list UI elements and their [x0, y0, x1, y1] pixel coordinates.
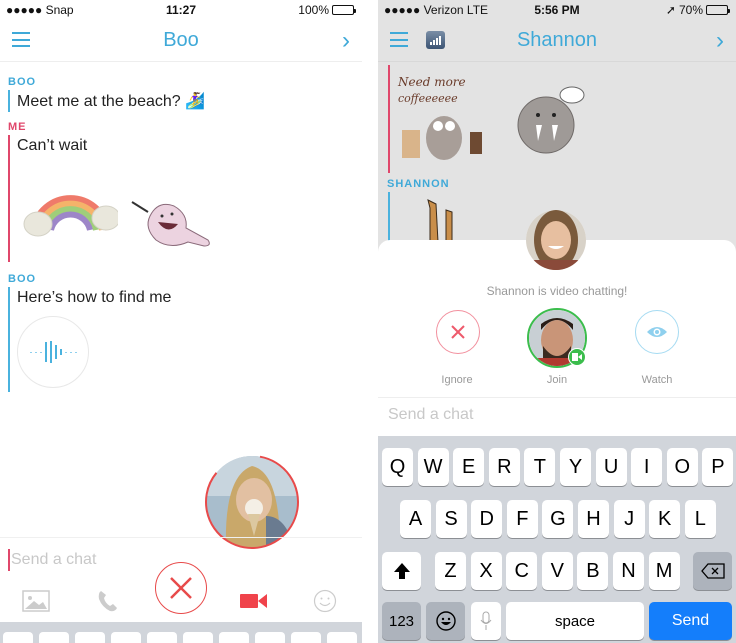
battery-icon	[706, 5, 730, 15]
shift-icon	[393, 563, 410, 579]
dictation-key[interactable]	[471, 602, 501, 640]
message-text: Can’t wait	[17, 137, 88, 154]
video-icon[interactable]	[240, 592, 268, 610]
end-call-icon	[170, 577, 192, 599]
sender-label: ME	[8, 121, 27, 133]
close-icon	[451, 325, 465, 339]
left-screen: ●●●●● Snap 11:27 100% Boo › BOO Meet me …	[0, 0, 362, 643]
message-text: Meet me at the beach? 🏄‍♀️	[17, 93, 206, 110]
chat-header: Boo ›	[0, 20, 362, 62]
key-i[interactable]: I	[631, 448, 663, 486]
message-bar	[8, 90, 10, 112]
key-u[interactable]: U	[595, 448, 627, 486]
end-call-button[interactable]	[155, 562, 207, 614]
watch-label: Watch	[641, 374, 673, 386]
chat-input[interactable]: Send a chat	[8, 549, 96, 571]
battery-percent: 70%	[678, 3, 703, 17]
key-x[interactable]: X	[470, 552, 502, 590]
key-w[interactable]: W	[417, 448, 449, 486]
key-l[interactable]: L	[684, 500, 716, 538]
audio-note-button[interactable]	[17, 316, 89, 388]
key-z[interactable]: Z	[435, 552, 466, 590]
message-bar	[8, 135, 10, 262]
key-b[interactable]: B	[577, 552, 609, 590]
backspace-key[interactable]	[693, 552, 732, 590]
keyboard: Q W E R T Y U I O P A S D F G H J K L Z X C V B N M 123 space Send	[378, 436, 736, 643]
svg-text:Need more: Need more	[397, 75, 466, 89]
microphone-icon	[480, 611, 492, 630]
key-q[interactable]: Q	[382, 448, 413, 486]
status-bar: ●●●●● Snap 11:27 100%	[0, 0, 362, 20]
key-v[interactable]: V	[541, 552, 573, 590]
message-bar	[8, 287, 10, 392]
key-f[interactable]: F	[506, 500, 538, 538]
coffee-sticker[interactable]: Need more coffeeeeee	[396, 70, 496, 165]
emoji-icon	[435, 611, 456, 631]
eye-icon	[647, 327, 667, 337]
ignore-label: Ignore	[441, 374, 473, 386]
key-r[interactable]: R	[488, 448, 520, 486]
key-a[interactable]: A	[400, 500, 431, 538]
key-j[interactable]: J	[613, 500, 645, 538]
backspace-icon	[700, 563, 725, 579]
key-t[interactable]: T	[524, 448, 556, 486]
numbers-key[interactable]: 123	[382, 602, 421, 640]
key-s[interactable]: S	[435, 500, 467, 538]
sender-label: BOO	[8, 273, 37, 285]
chevron-right-icon[interactable]: ›	[716, 27, 724, 55]
video-icon	[568, 348, 586, 366]
key-c[interactable]: C	[506, 552, 538, 590]
page-title: Boo	[163, 29, 199, 51]
caller-avatar	[526, 210, 586, 270]
key-m[interactable]: M	[648, 552, 680, 590]
key-g[interactable]: G	[542, 500, 574, 538]
keyboard-partial	[0, 622, 362, 643]
space-key[interactable]: space	[506, 602, 644, 640]
walrus-sticker[interactable]	[506, 85, 588, 160]
giraffe-sticker[interactable]	[418, 196, 468, 242]
message-bar	[388, 65, 390, 173]
svg-text:coffeeeeee: coffeeeeee	[398, 92, 458, 105]
join-label: Join	[546, 374, 568, 386]
chat-input[interactable]: Send a chat	[388, 406, 473, 424]
right-screen: ●●●●● Verizon LTE 5:56 PM ➚ 70% Shannon …	[378, 0, 736, 643]
key-o[interactable]: O	[666, 448, 698, 486]
video-progress-ring	[205, 454, 299, 549]
key-n[interactable]: N	[613, 552, 644, 590]
key-y[interactable]: Y	[560, 448, 591, 486]
location-icon: ➚	[665, 3, 676, 17]
chevron-right-icon[interactable]: ›	[342, 27, 350, 55]
key-e[interactable]: E	[453, 448, 485, 486]
key-d[interactable]: D	[471, 500, 503, 538]
smiley-icon[interactable]	[313, 589, 337, 613]
sender-label: BOO	[8, 76, 37, 88]
watch-button[interactable]	[635, 310, 679, 354]
rainbow-sticker[interactable]	[18, 180, 118, 242]
key-h[interactable]: H	[578, 500, 609, 538]
video-chat-status: Shannon is video chatting!	[486, 284, 628, 298]
battery-icon	[332, 5, 356, 15]
key-p[interactable]: P	[702, 448, 734, 486]
page-title: Shannon	[516, 29, 598, 51]
send-key[interactable]: Send	[649, 602, 732, 640]
message-text: Here’s how to find me	[17, 289, 172, 306]
ghost-sticker[interactable]	[128, 196, 218, 252]
battery-percent: 100%	[298, 3, 329, 17]
status-bar: ●●●●● Verizon LTE 5:56 PM ➚ 70%	[378, 0, 736, 20]
message-bar	[388, 192, 390, 242]
sender-label: SHANNON	[387, 178, 450, 190]
image-icon[interactable]	[22, 590, 50, 612]
shift-key[interactable]	[382, 552, 421, 590]
chat-header: Shannon ›	[378, 20, 736, 62]
ignore-button[interactable]	[436, 310, 480, 354]
key-k[interactable]: K	[649, 500, 681, 538]
phone-icon[interactable]	[96, 589, 120, 613]
emoji-key[interactable]	[426, 602, 465, 640]
